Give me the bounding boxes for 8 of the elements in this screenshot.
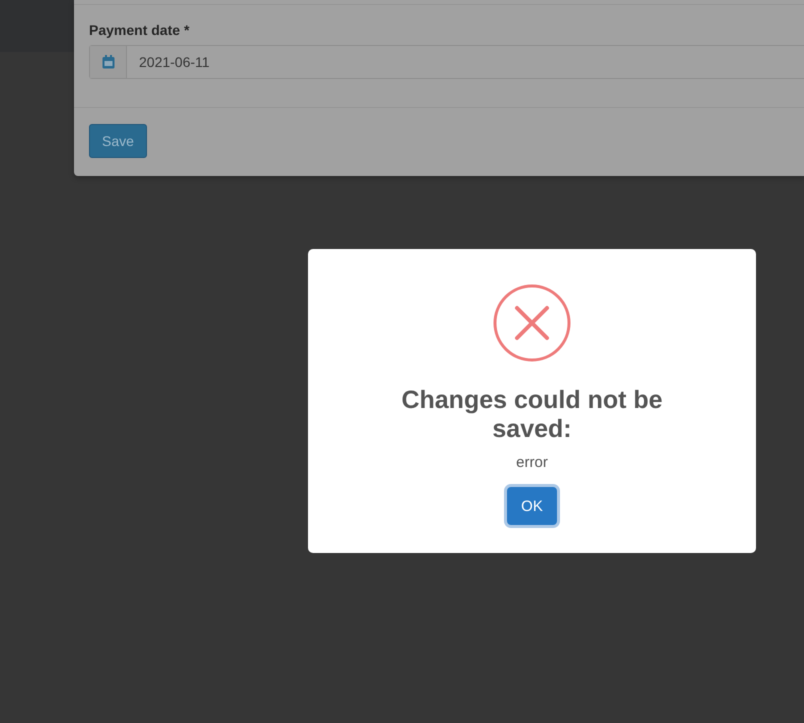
field-label: Payment date * [89,22,190,38]
alert-message: error [516,454,548,471]
error-icon [493,284,571,362]
date-field[interactable]: 2021-06-11 [89,45,804,79]
ok-button[interactable]: OK [507,487,557,525]
save-button[interactable]: Save [89,124,147,158]
alert-title: Changes could not be saved: [400,386,664,444]
calendar-icon [102,55,114,69]
